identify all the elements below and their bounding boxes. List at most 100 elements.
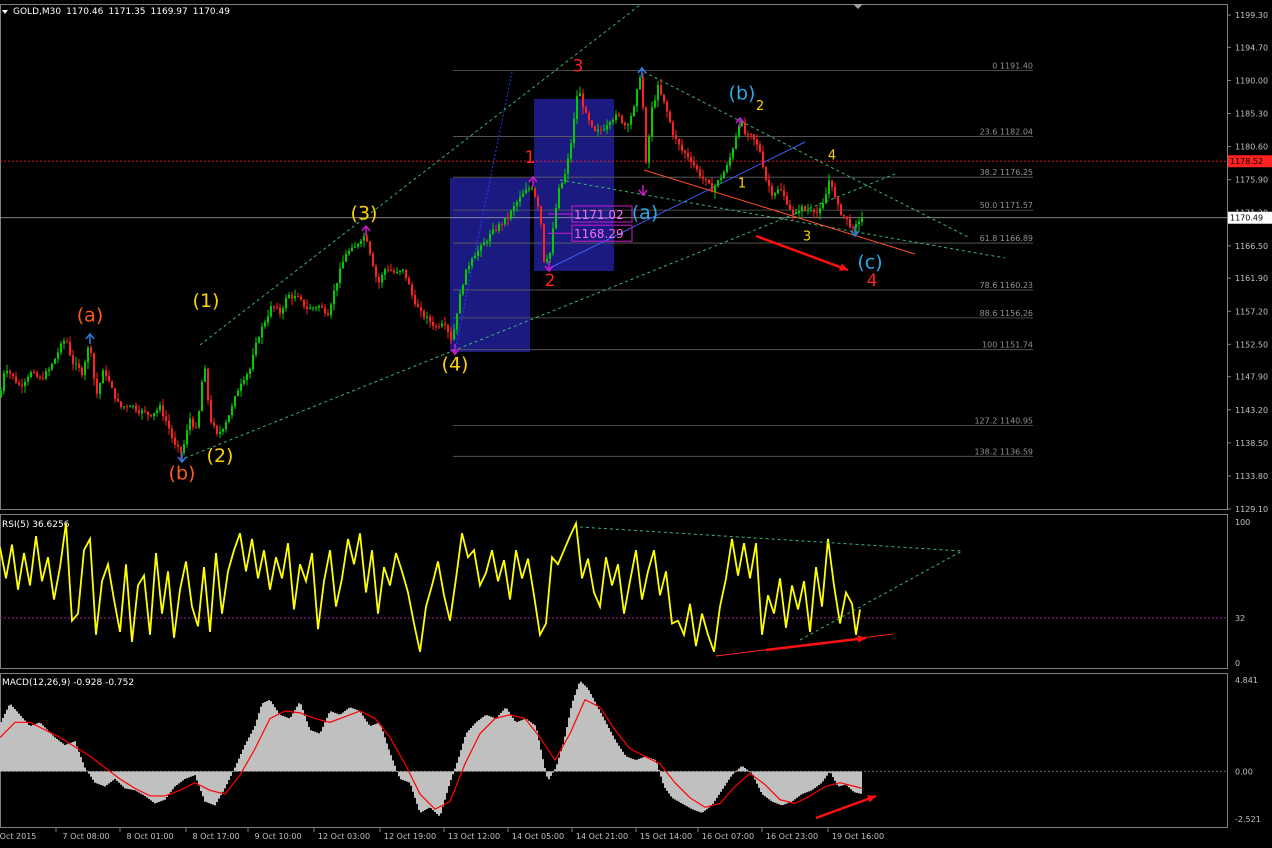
macd-hist-bar [424,771,426,811]
candle-body [36,372,38,378]
macd-hist-bar [316,732,318,772]
macd-hist-bar [568,717,570,772]
macd-hist-bar [106,771,108,785]
macd-hist-bar [596,705,598,772]
candle-body [246,374,248,381]
macd-hist-bar [374,724,376,772]
macd-hist-bar [174,771,176,787]
candle-body [741,122,743,126]
candle-body [696,165,698,170]
wave-label: 4 [828,148,836,163]
macd-hist-bar [598,709,600,772]
macd-hist-bar [406,771,408,782]
macd-hist-bar [192,771,194,776]
candle-body [108,376,110,382]
candle-body [768,179,770,186]
candle-body [87,347,89,363]
macd-hist-bar [626,756,628,772]
candle-body [690,157,692,162]
macd-hist-bar [672,771,674,799]
candle-body [627,124,629,126]
macd-hist-bar [340,714,342,772]
macd-hist-bar [768,771,770,800]
candle-body [825,194,827,204]
candle-body [465,269,467,285]
macd-hist-bar [800,771,802,795]
candle-body [306,306,308,309]
time-tick-label: 9 Oct 10:00 [254,832,301,841]
macd-hist-bar [686,771,688,807]
candle-body [150,414,152,417]
wave-label: (3) [351,202,378,224]
candle-body [621,115,623,124]
macd-hist-bar [216,771,218,802]
candle-body [240,383,242,391]
candle-body [681,144,683,151]
candle-body [753,134,755,140]
macd-hist-bar [574,694,576,772]
candle-body [594,126,596,132]
candle-body [81,367,83,376]
macd-hist-bar [232,771,234,772]
candle-body [783,190,785,196]
macd-hist-bar [50,733,52,772]
macd-hist-bar [52,735,54,772]
candle-body [357,243,359,247]
candle-body [162,405,164,417]
macd-hist-bar [402,771,404,781]
candle-body [534,187,536,197]
dropdown-triangle-icon[interactable] [2,9,8,14]
candle-body [474,256,476,259]
macd-hist-bar [358,710,360,772]
rsi-red-arrow [765,636,867,652]
wave-label: 1 [525,148,536,168]
macd-hist-bar [314,731,316,772]
arrow-up-icon [638,185,648,197]
candle-body [186,430,188,445]
macd-hist-bar [34,724,36,772]
price-tick-label: 1185.30 [1235,110,1268,119]
candle-body [429,316,431,322]
candle-body [711,183,713,193]
macd-hist-bar [138,771,140,793]
candle-body [129,406,131,408]
candle-body [501,224,503,226]
macd-hist-bar [278,713,280,772]
macd-hist-bar [640,758,642,772]
macd-hist-bar [850,771,852,790]
macd-hist-bar [380,725,382,772]
price-box-label: 1171.02 [574,208,624,222]
macd-hist-bar [166,771,168,798]
candle-body [9,370,11,374]
candle-body [705,178,707,181]
macd-hist-bar [722,771,724,789]
candle-body [693,161,695,166]
candle-body [378,276,380,283]
candle-body [114,388,116,400]
macd-hist-bar [158,771,160,802]
candle-body [597,129,599,132]
candle-body [645,107,647,163]
macd-hist-bar [592,697,594,772]
arrow-down-icon [637,66,647,78]
macd-hist-bar [298,703,300,772]
macd-hist-bar [200,771,202,792]
candle-body [507,217,509,219]
macd-hist-bar [606,724,608,772]
macd-hist-bar [160,771,162,802]
macd-hist-bar [852,771,854,792]
macd-hist-bar [460,750,462,772]
macd-hist-bar [724,771,726,786]
macd-hist-bar [578,683,580,772]
candle-body [324,307,326,314]
macd-hist-bar [208,771,210,804]
candle-body [513,205,515,211]
macd-hist-bar [308,727,310,772]
macd-hist-bar [142,771,144,795]
candle-body [735,136,737,149]
macd-hist-bar [830,771,832,774]
macd-hist-bar [536,730,538,772]
candle-body [333,290,335,305]
candle-body [420,307,422,311]
macd-hist-bar [234,767,236,772]
